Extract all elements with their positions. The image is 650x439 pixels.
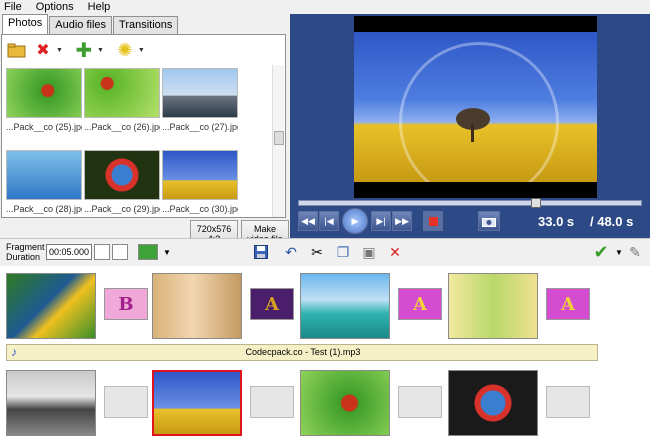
timeline-clip-portrait[interactable] (152, 273, 242, 339)
video-preview (354, 16, 597, 198)
tab-photos[interactable]: Photos (2, 14, 49, 34)
tree-trunk-shape (471, 124, 474, 142)
timeline-clip-woman[interactable] (448, 273, 538, 339)
photo-thumb[interactable]: ...Pack__co (28).jpg (6, 150, 82, 214)
photo-thumb-caption: ...Pack__co (29).jpg (84, 204, 160, 214)
fragment-label-1: Fragment (6, 242, 45, 252)
photos-pane: ✖ ▼ ✚ ▼ ✺ ▼ ...Pack__co (25).jpg ...Pack… (1, 34, 286, 218)
photo-thumb-image (84, 68, 160, 118)
photo-thumb[interactable]: ...Pack__co (30).jpg (162, 150, 238, 214)
apply-check-icon[interactable]: ✔ (592, 242, 610, 262)
effects-icon[interactable]: ✺ (114, 39, 136, 61)
timeline: B A A A ♪ Codecpack.co - Test (1).mp3 (0, 266, 650, 439)
pin-icon[interactable]: ✎ (626, 243, 644, 261)
tab-transitions[interactable]: Transitions (113, 16, 179, 34)
photo-thumb-caption: ...Pack__co (27).jpg (162, 122, 238, 132)
photo-thumb-image (162, 68, 238, 118)
timeline-toolbar: Fragment Duration 00:05.000 ▼ ↶ ✂ ❐ ▣ ✕ … (0, 238, 650, 266)
timeline-clip-bird[interactable] (448, 370, 538, 436)
resolution-label: 720x576 (196, 224, 232, 234)
delete-dropdown-icon[interactable]: ▼ (56, 47, 63, 54)
photo-toolbar: ✖ ▼ ✚ ▼ ✺ ▼ (2, 35, 285, 65)
photo-thumb-caption: ...Pack__co (25).jpg (6, 122, 82, 132)
paste-icon[interactable]: ▣ (360, 243, 378, 261)
next-icon[interactable]: ▶| (371, 211, 391, 231)
background-dropdown-icon[interactable]: ▼ (158, 243, 176, 261)
photo-thumbnails: ...Pack__co (25).jpg ...Pack__co (26).jp… (6, 68, 271, 218)
add-icon[interactable]: ✚ (73, 39, 95, 62)
transition-thumb[interactable]: A (398, 288, 442, 320)
photo-thumb[interactable]: ...Pack__co (26).jpg (84, 68, 160, 132)
photo-thumb-image (162, 150, 238, 200)
menu-file[interactable]: File (4, 1, 22, 13)
audio-track-label: Codecpack.co - Test (1).mp3 (245, 347, 361, 357)
preview-image (354, 32, 597, 182)
photos-scrollbar[interactable] (272, 65, 284, 217)
empty-transition-slot[interactable] (250, 386, 294, 418)
timeline-clip-beach[interactable] (300, 273, 390, 339)
duration-picker-icon[interactable] (94, 244, 110, 260)
current-time: 33.0 s (538, 214, 575, 229)
timeline-clip-selected[interactable] (152, 370, 242, 436)
background-image-icon[interactable] (138, 244, 158, 260)
total-time: / 48.0 s (590, 214, 634, 229)
fragment-duration-input[interactable]: 00:05.000 (46, 244, 92, 260)
menu-help[interactable]: Help (88, 1, 111, 13)
transition-thumb[interactable]: A (546, 288, 590, 320)
video-player: ◀◀ |◀ ▶ ▶| ▶▶ 33.0 s / 48.0 s (290, 14, 650, 238)
delete-clip-icon[interactable]: ✕ (386, 243, 404, 261)
cut-icon[interactable]: ✂ (308, 243, 326, 261)
photo-thumb-caption: ...Pack__co (26).jpg (84, 122, 160, 132)
photo-thumb-image (6, 68, 82, 118)
previous-icon[interactable]: |◀ (319, 211, 339, 231)
photo-thumb[interactable]: ...Pack__co (29).jpg (84, 150, 160, 214)
fragment-label-2: Duration (6, 252, 41, 262)
fast-forward-icon[interactable]: ▶▶ (392, 211, 412, 231)
transition-thumb[interactable]: A (250, 288, 294, 320)
make-video-label-1: Make (253, 224, 276, 234)
empty-transition-slot[interactable] (104, 386, 148, 418)
effects-dropdown-icon[interactable]: ▼ (138, 47, 145, 54)
photo-thumb[interactable]: ...Pack__co (27).jpg (162, 68, 238, 132)
empty-transition-slot[interactable] (398, 386, 442, 418)
stop-icon[interactable] (423, 211, 443, 231)
timeline-clip-truck[interactable] (6, 370, 96, 436)
photo-thumb-image (84, 150, 160, 200)
color-swatch[interactable] (112, 244, 128, 260)
tab-audio-files[interactable]: Audio files (49, 16, 113, 34)
copy-icon[interactable]: ❐ (334, 243, 352, 261)
playback-controls: ◀◀ |◀ ▶ ▶| ▶▶ (298, 208, 500, 234)
audio-track[interactable]: ♪ Codecpack.co - Test (1).mp3 (6, 344, 598, 361)
snapshot-camera-icon[interactable] (478, 211, 500, 231)
open-folder-icon[interactable] (6, 39, 28, 61)
photo-thumb-image (6, 150, 82, 200)
play-icon[interactable]: ▶ (342, 208, 368, 234)
seek-thumb[interactable] (531, 198, 542, 208)
seek-bar[interactable] (298, 198, 642, 208)
photo-thumb-caption: ...Pack__co (30).jpg (162, 204, 238, 214)
timeline-clip-parrot[interactable] (6, 273, 96, 339)
menu-options[interactable]: Options (36, 1, 74, 13)
media-panel: Photos Audio files Transitions ✖ ▼ ✚ ▼ ✺… (0, 14, 289, 246)
menu-bar: File Options Help (0, 0, 650, 14)
photos-scroll-thumb[interactable] (274, 131, 284, 145)
transition-thumb[interactable]: B (104, 288, 148, 320)
photo-thumb[interactable]: ...Pack__co (25).jpg (6, 68, 82, 132)
media-tabs: Photos Audio files Transitions (2, 14, 179, 34)
rewind-icon[interactable]: ◀◀ (298, 211, 318, 231)
delete-icon[interactable]: ✖ (32, 39, 54, 61)
save-icon[interactable] (252, 243, 270, 261)
photo-thumb-caption: ...Pack__co (28).jpg (6, 204, 82, 214)
empty-transition-slot[interactable] (546, 386, 590, 418)
add-dropdown-icon[interactable]: ▼ (97, 47, 104, 54)
fragment-duration-label: Fragment Duration (6, 242, 45, 262)
timeline-clip-ladybug[interactable] (300, 370, 390, 436)
undo-icon[interactable]: ↶ (282, 243, 300, 261)
